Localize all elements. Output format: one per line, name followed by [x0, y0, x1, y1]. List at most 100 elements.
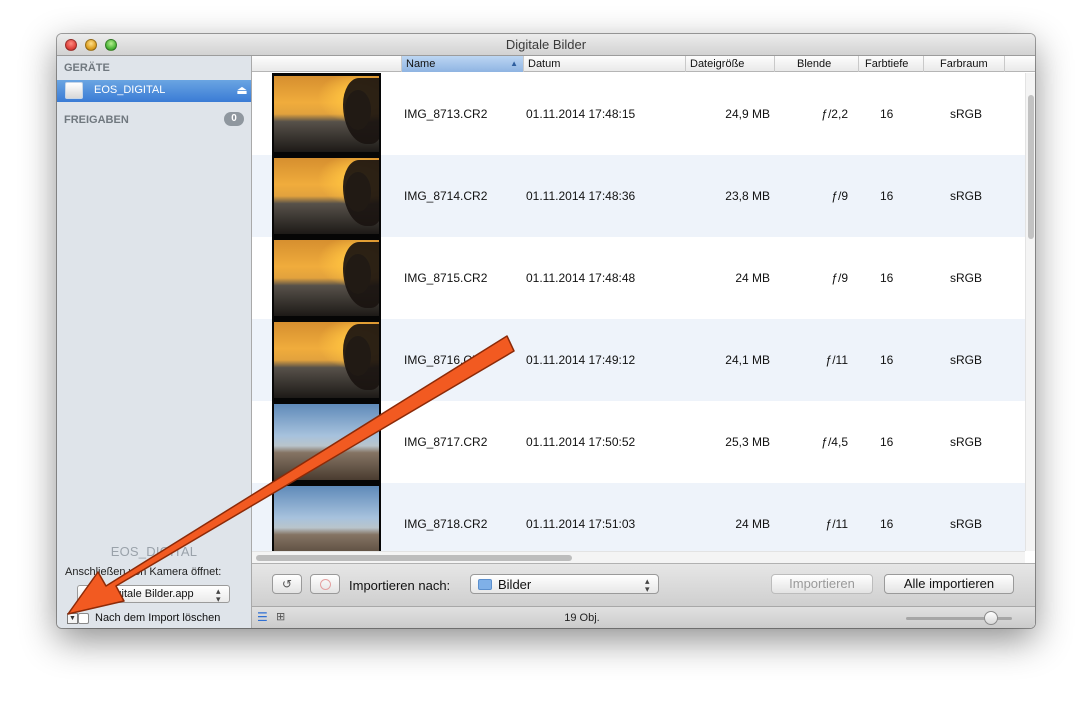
content-area: Name ▲ Datum Dateigröße Blende Farbtiefe… [252, 56, 1035, 628]
column-header-size[interactable]: Dateigröße [686, 56, 775, 72]
cell-colorspace: sRGB [950, 435, 983, 449]
zoom-window-button[interactable] [105, 39, 117, 51]
close-window-button[interactable] [65, 39, 77, 51]
column-header: Name ▲ Datum Dateigröße Blende Farbtiefe… [252, 56, 1035, 72]
thumbnail [272, 401, 381, 483]
cell-aperture: ƒ/2,2 [821, 107, 848, 121]
column-date-label: Datum [528, 58, 561, 70]
rotate-left-button[interactable]: ↺ [272, 574, 302, 594]
cell-depth: 16 [880, 271, 894, 285]
thumbnail [272, 237, 381, 319]
vertical-scroll-thumb[interactable] [1028, 95, 1034, 239]
cell-aperture: ƒ/9 [831, 271, 848, 285]
device-settings-panel: EOS_DIGITAL Anschließen von Kamera öffne… [57, 540, 251, 628]
cell-depth: 16 [880, 517, 894, 531]
cell-aperture: ƒ/11 [825, 353, 848, 367]
cell-aperture: ƒ/4,5 [821, 435, 848, 449]
cell-name: IMG_8715.CR2 [404, 271, 488, 285]
popup-arrows-icon: ▴ ▾ [645, 576, 650, 594]
table-row[interactable]: IMG_8714.CR2 01.11.2014 17:48:36 23,8 MB… [252, 155, 1025, 237]
table-row[interactable]: IMG_8715.CR2 01.11.2014 17:48:48 24 MB ƒ… [252, 237, 1025, 319]
column-header-colorspace[interactable]: Farbraum [924, 56, 1005, 72]
cell-date: 01.11.2014 17:50:52 [526, 435, 636, 449]
window-title: Digitale Bilder [505, 37, 587, 52]
folder-icon [478, 579, 492, 590]
vertical-scrollbar[interactable] [1025, 73, 1035, 551]
cell-depth: 16 [880, 107, 894, 121]
popup-arrows-icon: ▴ ▾ [216, 586, 221, 604]
column-name-label: Name [406, 58, 436, 70]
column-header-date[interactable]: Datum [524, 56, 686, 72]
thumbnail-size-slider-knob[interactable] [984, 611, 998, 625]
thumbnail [272, 483, 381, 551]
table-row[interactable]: IMG_8713.CR2 01.11.2014 17:48:15 24,9 MB… [252, 73, 1025, 155]
cell-aperture: ƒ/9 [831, 189, 848, 203]
import-destination-popup[interactable]: Bilder ▴ ▾ [470, 574, 659, 594]
minimize-window-button[interactable] [85, 39, 97, 51]
table-row[interactable]: IMG_8718.CR2 01.11.2014 17:51:03 24 MB ƒ… [252, 483, 1025, 551]
cell-colorspace: sRGB [950, 353, 983, 367]
item-count: 19 Obj. [564, 612, 600, 624]
column-colorspace-label: Farbraum [940, 58, 988, 70]
panel-device-name: EOS_DIGITAL [110, 544, 198, 559]
cell-colorspace: sRGB [950, 189, 983, 203]
cell-size: 23,8 MB [725, 189, 770, 203]
cell-depth: 16 [880, 353, 894, 367]
sidebar: GERÄTE EOS_DIGITAL ⏏ FREIGABEN 0 EOS_DIG… [57, 56, 252, 628]
connect-app-value: Digitale Bilder.app [105, 588, 194, 600]
cell-date: 01.11.2014 17:48:48 [526, 271, 636, 285]
table-row[interactable]: IMG_8716.CR2 01.11.2014 17:49:12 24,1 MB… [252, 319, 1025, 401]
image-list: IMG_8713.CR2 01.11.2014 17:48:15 24,9 MB… [252, 73, 1025, 551]
cell-size: 24,1 MB [725, 353, 770, 367]
cell-name: IMG_8717.CR2 [404, 435, 488, 449]
cell-size: 24,9 MB [725, 107, 770, 121]
cell-size: 24 MB [735, 517, 770, 531]
camera-app-icon [87, 588, 100, 600]
cell-size: 25,3 MB [725, 435, 770, 449]
thumbnail [272, 319, 381, 401]
cell-colorspace: sRGB [950, 107, 983, 121]
delete-button[interactable] [310, 574, 340, 594]
cell-colorspace: sRGB [950, 271, 983, 285]
table-row[interactable]: IMG_8717.CR2 01.11.2014 17:50:52 25,3 MB… [252, 401, 1025, 483]
import-button[interactable]: Importieren [771, 574, 873, 594]
eject-icon[interactable]: ⏏ [235, 83, 249, 97]
sort-ascending-icon: ▲ [510, 59, 518, 68]
cell-name: IMG_8718.CR2 [404, 517, 488, 531]
horizontal-scroll-thumb[interactable] [256, 555, 572, 561]
cell-name: IMG_8714.CR2 [404, 189, 488, 203]
horizontal-scrollbar[interactable] [252, 551, 1025, 563]
image-capture-window: Digitale Bilder GERÄTE EOS_DIGITAL ⏏ FRE… [57, 34, 1035, 628]
column-size-label: Dateigröße [690, 58, 745, 70]
cell-depth: 16 [880, 189, 894, 203]
thumbnail [272, 73, 381, 155]
cell-depth: 16 [880, 435, 894, 449]
cell-date: 01.11.2014 17:49:12 [526, 353, 636, 367]
shares-count-badge: 0 [224, 112, 244, 126]
column-aperture-label: Blende [797, 58, 832, 70]
cell-size: 24 MB [735, 271, 770, 285]
delete-icon [319, 579, 331, 590]
cell-date: 01.11.2014 17:48:36 [526, 189, 636, 203]
cell-date: 01.11.2014 17:48:15 [526, 107, 636, 121]
hide-panel-toggle-icon[interactable]: ▼ [67, 613, 78, 624]
delete-after-import-label: Nach dem Import löschen [95, 612, 221, 624]
column-header-name[interactable]: Name ▲ [402, 56, 524, 72]
cell-name: IMG_8716.CR2 [404, 353, 488, 367]
rotate-left-icon: ↺ [281, 577, 293, 591]
column-header-spacer [252, 56, 402, 72]
column-header-aperture[interactable]: Blende [775, 56, 859, 72]
import-destination-value: Bilder [498, 577, 532, 592]
sidebar-item-eos-digital[interactable]: EOS_DIGITAL ⏏ [57, 80, 251, 102]
connect-app-popup[interactable]: Digitale Bilder.app ▴ ▾ [77, 585, 230, 604]
import-all-button[interactable]: Alle importieren [884, 574, 1014, 594]
import-toolbar: ↺ Importieren nach: Bilder ▴ ▾ Importiere… [252, 563, 1035, 606]
column-header-depth[interactable]: Farbtiefe [859, 56, 924, 72]
shares-heading: FREIGABEN [64, 114, 129, 126]
thumbnail [272, 155, 381, 237]
device-label: EOS_DIGITAL [94, 84, 166, 96]
delete-after-import-checkbox[interactable] [78, 613, 89, 624]
cell-colorspace: sRGB [950, 517, 983, 531]
title-bar: Digitale Bilder [57, 34, 1035, 56]
cell-date: 01.11.2014 17:51:03 [526, 517, 636, 531]
